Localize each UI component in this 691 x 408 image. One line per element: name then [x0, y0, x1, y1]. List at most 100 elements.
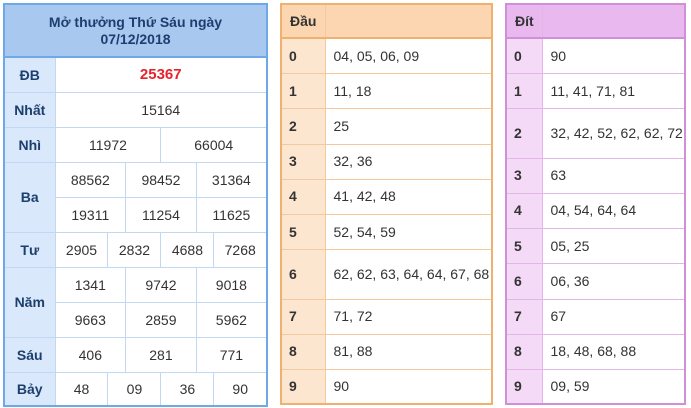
- prize-value: 48: [54, 371, 109, 407]
- dau-key: 3: [280, 143, 326, 180]
- prize-row-nhi: Nhì 11972 66004: [3, 126, 268, 163]
- prize-label-ba: Ba: [3, 161, 56, 233]
- prize-value: 88562: [54, 161, 127, 198]
- dau-key: 8: [280, 333, 326, 371]
- dau-key: 6: [280, 249, 326, 300]
- dit-key: 9: [505, 369, 543, 405]
- prize-value: 15164: [54, 91, 268, 128]
- result-title-line1: Mở thưởng Thứ Sáu ngày: [48, 13, 223, 30]
- prize-value: 4688: [160, 231, 215, 268]
- prize-value: 36: [160, 371, 215, 407]
- dau-row: 6 62, 62, 63, 64, 64, 67, 68: [280, 249, 493, 300]
- dit-values: 05, 25: [541, 228, 686, 265]
- prize-value: 281: [125, 336, 197, 373]
- prize-value: 2832: [107, 231, 162, 268]
- prize-value: 11972: [54, 126, 162, 163]
- dau-row: 4 41, 42, 48: [280, 178, 493, 216]
- prize-value: 98452: [125, 161, 197, 198]
- dit-values: 90: [541, 37, 686, 75]
- dit-key: 2: [505, 108, 543, 159]
- prize-label-nhat: Nhất: [3, 91, 56, 128]
- dit-row: 4 04, 54, 64, 64: [505, 192, 686, 230]
- dit-values: 32, 42, 52, 62, 62, 72: [541, 108, 686, 159]
- dit-values: 18, 48, 68, 88: [541, 333, 686, 371]
- dau-key: 5: [280, 213, 326, 251]
- dau-key: 7: [280, 298, 326, 335]
- dit-row: 5 05, 25: [505, 228, 686, 265]
- dit-key: 1: [505, 72, 543, 110]
- special-prize-value: 25367: [54, 56, 268, 93]
- dit-table: Đít 0 90 1 11, 41, 71, 81 2 32, 42, 52, …: [505, 3, 686, 405]
- prize-value: 1341: [54, 266, 127, 303]
- prize-row-nam: Năm 1341 9742 9018: [3, 266, 268, 338]
- dau-values: 81, 88: [324, 333, 493, 371]
- dit-key: 4: [505, 192, 543, 230]
- prize-value: 90: [213, 371, 268, 407]
- dit-key: 7: [505, 298, 543, 335]
- prize-value: 19311: [54, 196, 127, 233]
- prize-label-bay: Bảy: [3, 371, 56, 407]
- dau-values: 41, 42, 48: [324, 178, 493, 216]
- lottery-result-table: Mở thưởng Thứ Sáu ngày 07/12/2018 ĐB 253…: [3, 3, 268, 407]
- prize-value: 7268: [213, 231, 268, 268]
- prize-value: 406: [54, 336, 127, 373]
- prize-value: 9742: [125, 266, 197, 303]
- prize-row-ba: Ba 88562 98452 31364: [3, 161, 268, 233]
- dit-values: 11, 41, 71, 81: [541, 72, 686, 110]
- prize-label-db: ĐB: [3, 56, 56, 93]
- dau-key: 0: [280, 37, 326, 75]
- dit-header: Đít: [505, 3, 543, 40]
- prize-value: 9018: [195, 266, 268, 303]
- dit-row: 9 09, 59: [505, 369, 686, 405]
- dit-row: 0 90: [505, 37, 686, 75]
- dau-values: 90: [324, 369, 493, 405]
- dit-row: 7 67: [505, 298, 686, 335]
- prize-row-tu: Tư 2905 2832 4688 7268: [3, 231, 268, 268]
- dit-row: 3 63: [505, 157, 686, 194]
- dit-key: 8: [505, 333, 543, 371]
- dit-values: 63: [541, 157, 686, 194]
- dau-values: 71, 72: [324, 298, 493, 335]
- dit-key: 0: [505, 37, 543, 75]
- dau-values: 25: [324, 108, 493, 145]
- dit-row: 8 18, 48, 68, 88: [505, 333, 686, 371]
- prize-row-bay: Bảy 48 09 36 90: [3, 371, 268, 407]
- dau-values: 32, 36: [324, 143, 493, 180]
- dau-row: 3 32, 36: [280, 143, 493, 180]
- dit-row: 1 11, 41, 71, 81: [505, 72, 686, 110]
- dau-row: 0 04, 05, 06, 09: [280, 37, 493, 75]
- dau-row: 9 90: [280, 369, 493, 405]
- dit-values: 06, 36: [541, 263, 686, 300]
- dau-values: 52, 54, 59: [324, 213, 493, 251]
- prize-value: 11625: [195, 196, 268, 233]
- prize-label-nhi: Nhì: [3, 126, 56, 163]
- prize-row-nhat: Nhất 15164: [3, 91, 268, 128]
- dau-header: Đầu: [280, 3, 326, 40]
- dau-key: 4: [280, 178, 326, 216]
- dau-row: 2 25: [280, 108, 493, 145]
- prize-value: 9663: [54, 301, 127, 338]
- dit-key: 6: [505, 263, 543, 300]
- dau-row: 8 81, 88: [280, 333, 493, 371]
- dit-header-blank: [541, 3, 686, 40]
- prize-row-db: ĐB 25367: [3, 56, 268, 93]
- prize-label-tu: Tư: [3, 231, 56, 268]
- prize-label-sau: Sáu: [3, 336, 56, 373]
- prize-value: 5962: [195, 301, 268, 338]
- dau-values: 11, 18: [324, 72, 493, 110]
- prize-value: 2905: [54, 231, 109, 268]
- dit-key: 5: [505, 228, 543, 265]
- dau-key: 9: [280, 369, 326, 405]
- prize-value: 11254: [125, 196, 197, 233]
- prize-label-nam: Năm: [3, 266, 56, 338]
- dau-row: 1 11, 18: [280, 72, 493, 110]
- dau-key: 2: [280, 108, 326, 145]
- dit-values: 67: [541, 298, 686, 335]
- dau-values: 62, 62, 63, 64, 64, 67, 68: [324, 249, 493, 300]
- prize-value: 771: [195, 336, 268, 373]
- dau-key: 1: [280, 72, 326, 110]
- prize-row-sau: Sáu 406 281 771: [3, 336, 268, 373]
- dau-row: 5 52, 54, 59: [280, 213, 493, 251]
- dau-header-blank: [324, 3, 493, 40]
- prize-value: 09: [107, 371, 162, 407]
